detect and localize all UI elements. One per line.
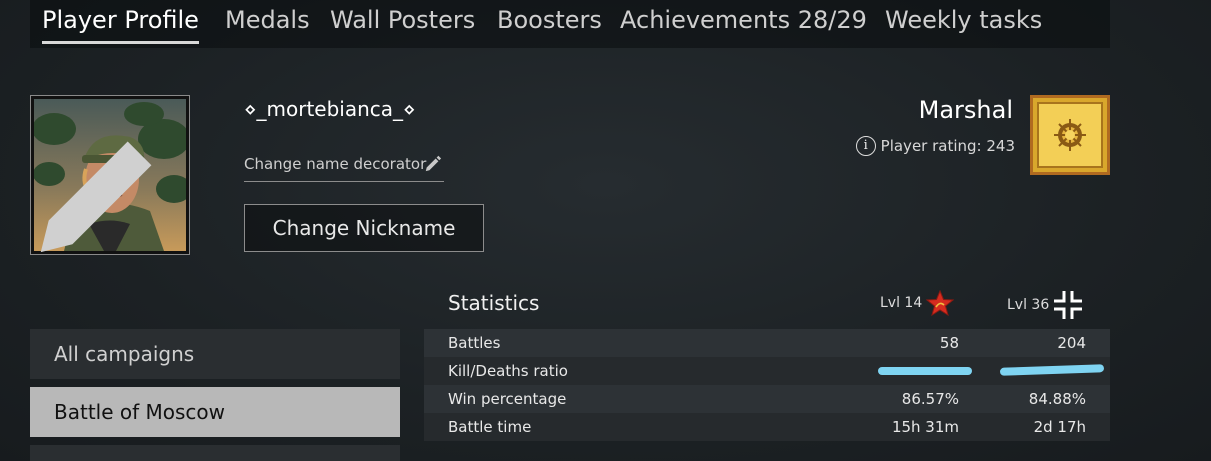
stat-value-soviet: 86.57% <box>901 390 959 408</box>
german-level-label: Lvl 36 <box>1007 297 1050 313</box>
campaign-battle-of-moscow[interactable]: Battle of Moscow <box>30 387 400 437</box>
rank-title: Marshal <box>918 96 1013 124</box>
change-name-decorator-link[interactable]: Change name decorator <box>244 154 444 182</box>
avatar[interactable] <box>30 95 190 255</box>
stat-label: Kill/Deaths ratio <box>448 362 568 380</box>
stat-value-soviet: 58 <box>939 334 959 352</box>
player-nickname: ⋄_mortebianca_⋄ <box>244 97 416 121</box>
tab-weekly-tasks[interactable]: Weekly tasks <box>885 4 1042 44</box>
statistics-title: Statistics <box>448 291 540 315</box>
marshal-rank-badge-icon <box>1030 95 1110 175</box>
campaign-all[interactable]: All campaigns <box>30 329 400 379</box>
statistics-table: Battles 58 204 Kill/Deaths ratio Win per… <box>424 329 1110 441</box>
stat-label: Battle time <box>448 418 532 436</box>
stat-value-german: 84.88% <box>1028 390 1086 408</box>
tab-medals[interactable]: Medals <box>225 4 310 44</box>
change-nickname-button[interactable]: Change Nickname <box>244 204 484 252</box>
tab-player-profile[interactable]: Player Profile <box>42 4 199 44</box>
campaign-list-item[interactable] <box>30 445 400 461</box>
german-level: Lvl 36 <box>1007 290 1083 320</box>
edit-avatar-icon[interactable] <box>25 102 183 260</box>
info-icon[interactable]: i <box>855 136 876 156</box>
player-rating-label: Player rating: 243 <box>880 137 1015 155</box>
stat-value-german: 204 <box>1057 334 1086 352</box>
change-name-decorator-label: Change name decorator <box>244 155 427 173</box>
table-row: Win percentage 86.57% 84.88% <box>424 385 1110 413</box>
stat-value-german: 2d 17h <box>1033 418 1086 436</box>
stat-label: Win percentage <box>448 390 567 408</box>
tab-achievements[interactable]: Achievements 28/29 <box>620 4 867 44</box>
stat-value-soviet: 15h 31m <box>891 418 959 436</box>
table-row: Battle time 15h 31m 2d 17h <box>424 413 1110 441</box>
pencil-icon <box>425 155 442 172</box>
tab-bar: Player Profile Medals Wall Posters Boost… <box>30 0 1110 48</box>
german-cross-icon <box>1054 291 1083 319</box>
soviet-level: Lvl 14 <box>880 290 955 316</box>
tab-wall-posters[interactable]: Wall Posters <box>330 4 475 44</box>
player-rating: i Player rating: 243 <box>855 136 1015 156</box>
redaction-mark <box>999 364 1105 376</box>
soviet-star-icon <box>926 290 955 316</box>
table-row: Battles 58 204 <box>424 329 1110 357</box>
tab-boosters[interactable]: Boosters <box>497 4 602 44</box>
table-row: Kill/Deaths ratio <box>424 357 1110 385</box>
soviet-level-label: Lvl 14 <box>880 295 923 311</box>
stat-label: Battles <box>448 334 501 352</box>
redaction-mark <box>878 367 972 375</box>
